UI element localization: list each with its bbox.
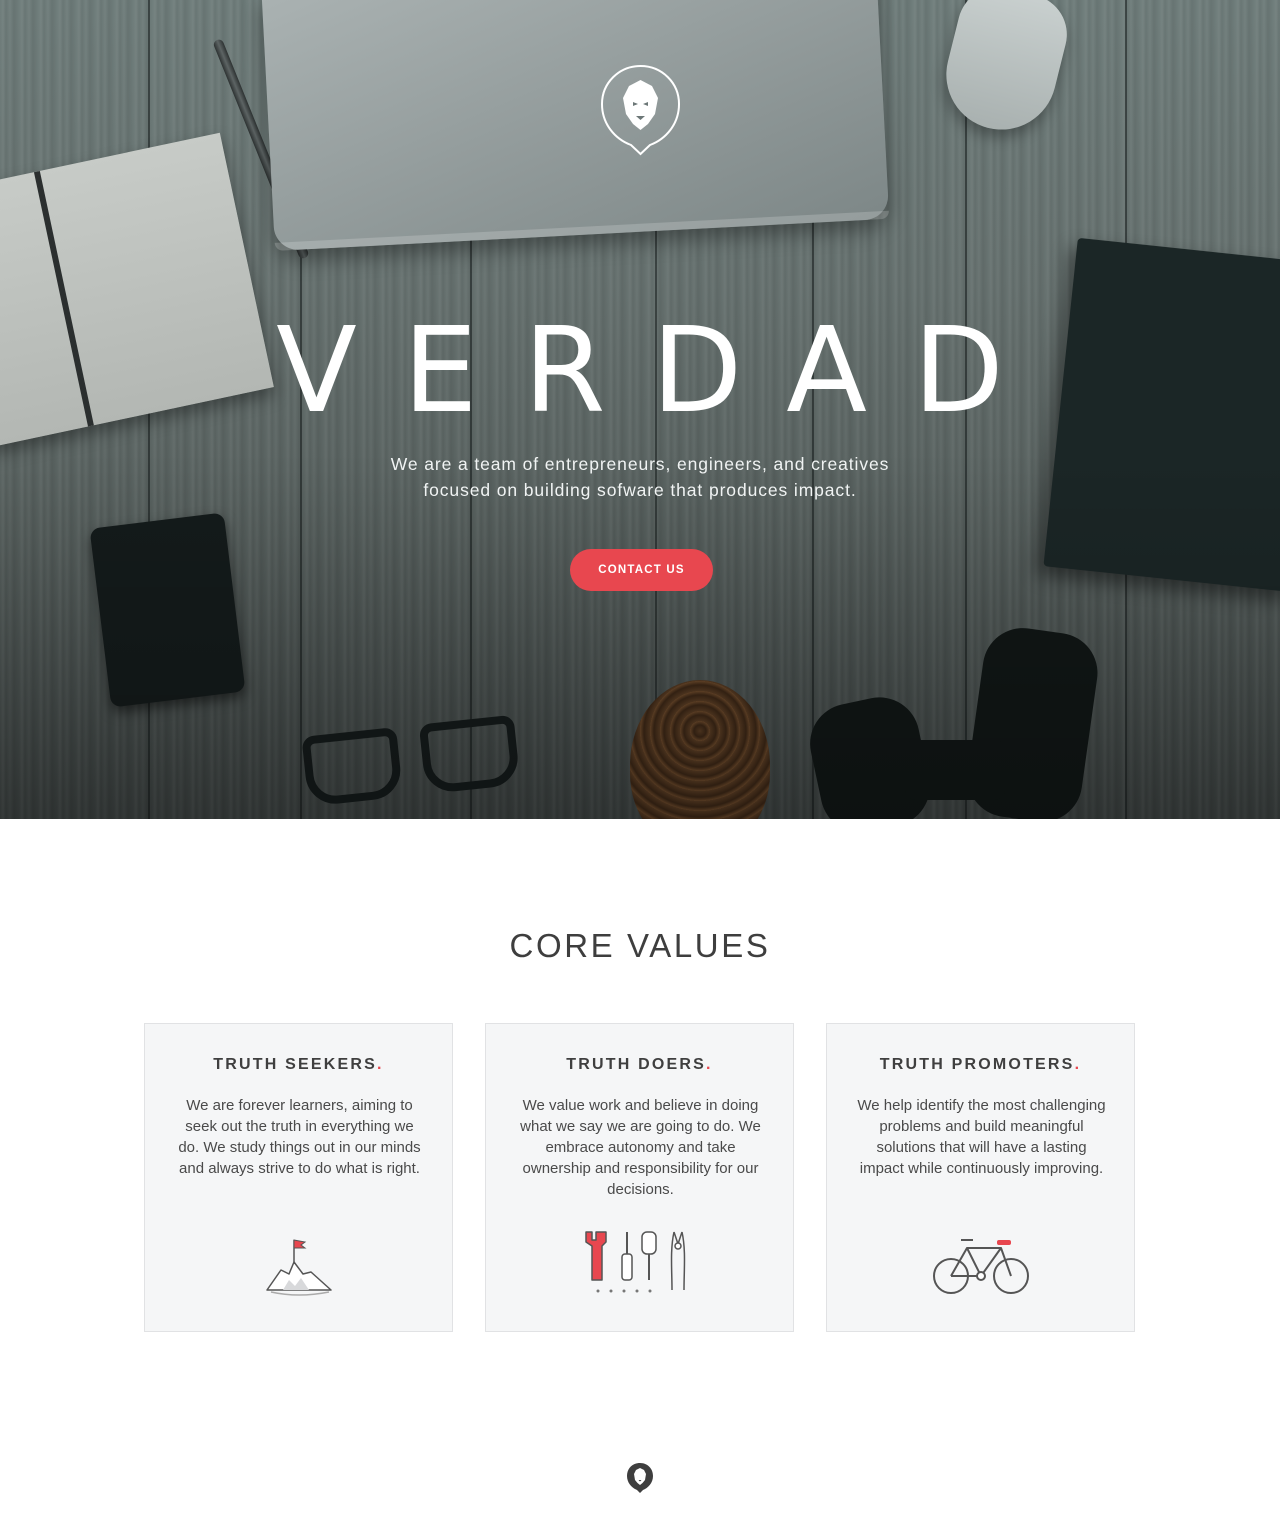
lion-head-icon[interactable] — [600, 64, 681, 156]
value-card-truth-doers: TRUTH DOERS. We value work and believe i… — [485, 1023, 794, 1332]
mountain-flag-icon — [145, 1230, 452, 1310]
card-text: We value work and believe in doing what … — [520, 1097, 761, 1198]
hero-tagline-line1: We are a team of entrepreneurs, engineer… — [390, 454, 890, 474]
value-card-truth-seekers: TRUTH SEEKERS. We are forever learners, … — [144, 1023, 453, 1332]
contact-us-button[interactable]: CONTACT US — [570, 549, 713, 591]
hero-tagline-line2: focused on building sofware that produce… — [423, 480, 857, 500]
card-title: TRUTH PROMOTERS. — [879, 1056, 1082, 1073]
card-title: TRUTH SEEKERS. — [213, 1056, 384, 1073]
card-text: We help identify the most challenging pr… — [857, 1097, 1106, 1177]
bicycle-icon — [827, 1230, 1134, 1310]
card-text: We are forever learners, aiming to seek … — [178, 1097, 421, 1177]
card-title: TRUTH DOERS. — [566, 1056, 713, 1073]
tools-icon — [486, 1230, 793, 1310]
hero-title: VERDAD — [276, 301, 1050, 439]
value-card-truth-promoters: TRUTH PROMOTERS. We help identify the mo… — [826, 1023, 1135, 1332]
hero-tagline: We are a team of entrepreneurs, engineer… — [370, 451, 910, 503]
footer-lion-head-icon[interactable] — [626, 1462, 654, 1494]
hero-section: VERDAD We are a team of entrepreneurs, e… — [0, 0, 1280, 819]
core-values-title: CORE VALUES — [509, 927, 771, 964]
